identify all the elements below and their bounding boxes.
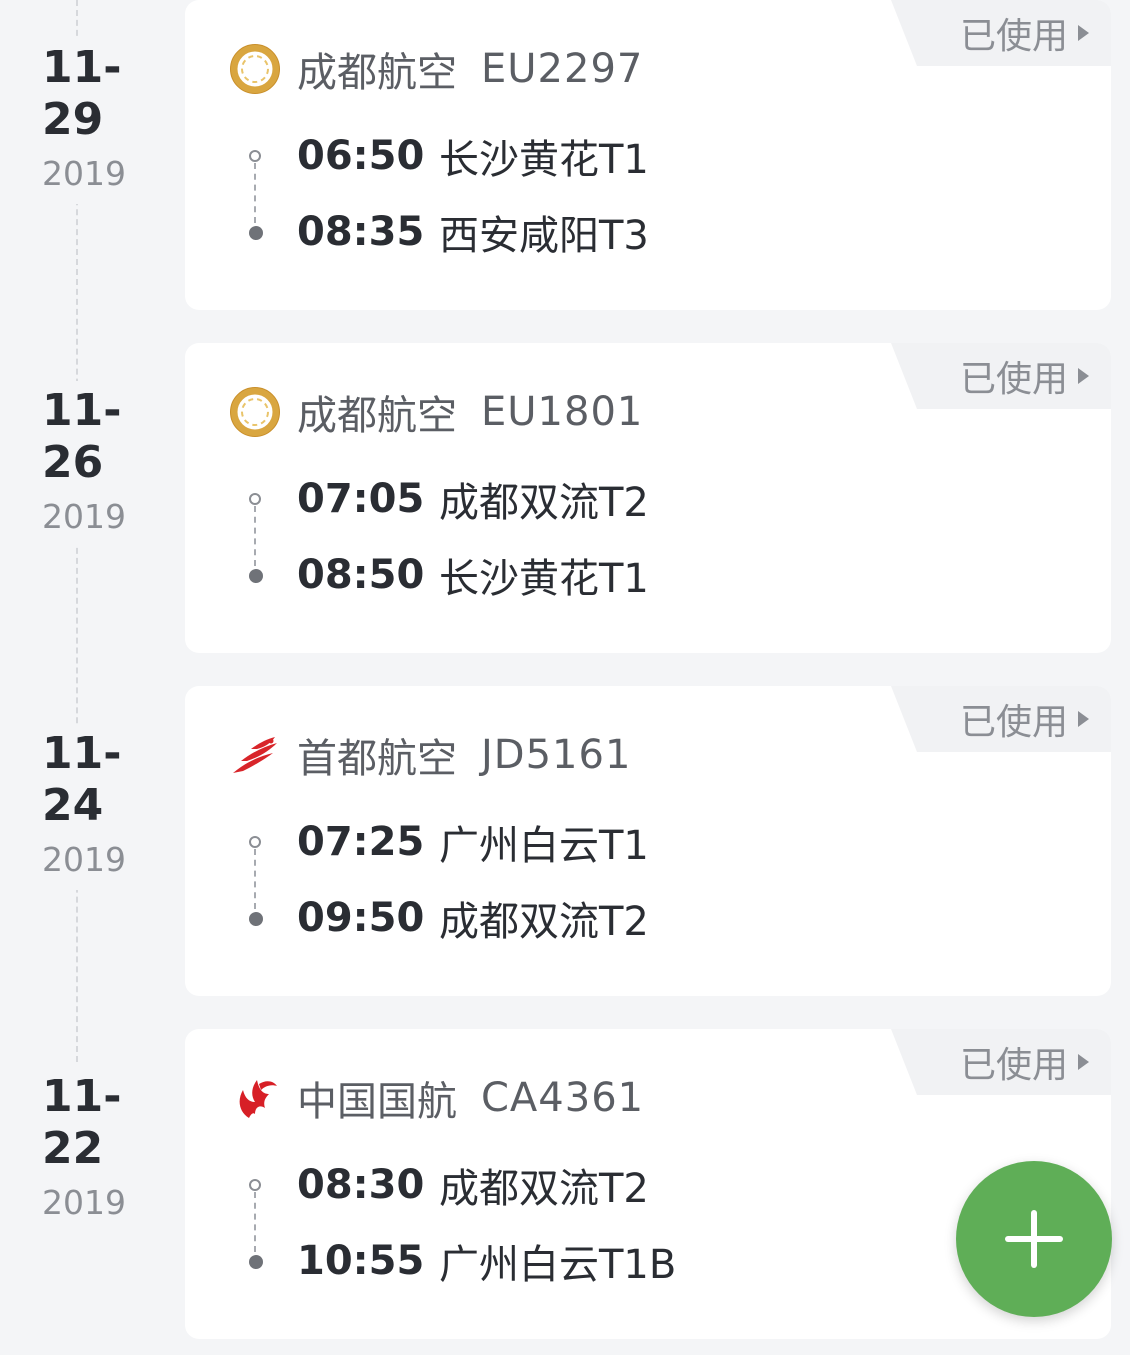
status-tab[interactable]: 已使用 [891, 1029, 1111, 1095]
arrival-time: 08:35 [297, 209, 425, 255]
airline-name: 成都航空 [297, 393, 457, 439]
departure-row: 08:30 成都双流T2 [297, 1157, 649, 1213]
departure-airport: 长沙黄花T1 [439, 137, 649, 183]
add-trip-button[interactable] [956, 1161, 1112, 1317]
flight-card[interactable]: 已使用 成都航空 EU2297 06:50 长沙黄花T1 08:35 西安咸阳T… [185, 0, 1111, 310]
trip-item: 11-26 2019 已使用 成都航空 EU1801 07:05 成都双流T2 … [0, 343, 1130, 655]
flight-card[interactable]: 已使用 首都航空 JD5161 07:25 广州白云T1 09:50 成都双流T… [185, 686, 1111, 996]
trip-item: 11-22 2019 已使用 中国国航 CA4361 08:30 成都双流T2 … [0, 1029, 1130, 1341]
arrival-row: 08:35 西安咸阳T3 [297, 204, 649, 260]
trip-date: 11-29 2019 [30, 38, 182, 204]
trip-date-day: 11-26 [42, 385, 122, 488]
trip-date: 11-26 2019 [30, 381, 182, 547]
arrival-row: 10:55 广州白云T1B [297, 1233, 676, 1289]
airline-name: 成都航空 [297, 50, 457, 96]
trip-date-year: 2019 [42, 154, 126, 193]
status-tab[interactable]: 已使用 [891, 343, 1111, 409]
arrival-time: 10:55 [297, 1238, 425, 1284]
departure-row: 07:05 成都双流T2 [297, 471, 649, 527]
flight-number: EU1801 [481, 389, 644, 435]
airline-name: 中国国航 [297, 1079, 457, 1125]
trip-date-day: 11-29 [42, 42, 122, 145]
flight-number: JD5161 [481, 732, 632, 778]
departure-dot [249, 493, 261, 505]
departure-airport: 广州白云T1 [439, 823, 649, 869]
arrival-airport: 成都双流T2 [439, 899, 649, 945]
flight-card[interactable]: 已使用 成都航空 EU1801 07:05 成都双流T2 08:50 长沙黄花T… [185, 343, 1111, 653]
status-tab[interactable]: 已使用 [891, 0, 1111, 66]
status-label: 已使用 [959, 1045, 1068, 1086]
departure-row: 06:50 长沙黄花T1 [297, 128, 649, 184]
trip-date-day: 11-24 [42, 728, 122, 831]
departure-dot [249, 836, 261, 848]
arrival-dot [249, 912, 263, 926]
caret-right-icon [1078, 1054, 1089, 1070]
caret-right-icon [1078, 711, 1089, 727]
airline-row: 中国国航 CA4361 [229, 1071, 644, 1125]
trip-date-day: 11-22 [42, 1071, 122, 1174]
trip-date-year: 2019 [42, 1183, 126, 1222]
airline-row: 成都航空 EU1801 [229, 385, 643, 439]
flight-number: CA4361 [481, 1075, 645, 1121]
trip-date-year: 2019 [42, 840, 126, 879]
trip-date: 11-24 2019 [30, 724, 182, 890]
air-china-logo-icon [239, 1080, 277, 1118]
airline-name: 首都航空 [297, 736, 457, 782]
chengdu-airlines-logo-icon [230, 44, 280, 94]
route-connector [254, 506, 256, 566]
status-label: 已使用 [959, 702, 1068, 743]
arrival-row: 08:50 长沙黄花T1 [297, 547, 649, 603]
flight-card[interactable]: 已使用 中国国航 CA4361 08:30 成都双流T2 10:55 广州白云T… [185, 1029, 1111, 1339]
arrival-row: 09:50 成都双流T2 [297, 890, 649, 946]
route-connector [254, 163, 256, 223]
arrival-airport: 西安咸阳T3 [439, 213, 649, 259]
departure-time: 06:50 [297, 133, 425, 179]
arrival-airport: 长沙黄花T1 [439, 556, 649, 602]
departure-dot [249, 150, 261, 162]
status-tab[interactable]: 已使用 [891, 686, 1111, 752]
flight-number: EU2297 [481, 46, 644, 92]
arrival-dot [249, 569, 263, 583]
arrival-time: 08:50 [297, 552, 425, 598]
trip-item: 11-29 2019 已使用 成都航空 EU2297 06:50 长沙黄花T1 … [0, 0, 1130, 312]
status-label: 已使用 [959, 16, 1068, 57]
route-connector [254, 1192, 256, 1252]
trip-item: 11-24 2019 已使用 首都航空 JD5161 07:25 广州白云T1 … [0, 686, 1130, 998]
departure-airport: 成都双流T2 [439, 1166, 649, 1212]
departure-dot [249, 1179, 261, 1191]
arrival-dot [249, 1255, 263, 1269]
caret-right-icon [1078, 368, 1089, 384]
trip-date-year: 2019 [42, 497, 126, 536]
departure-time: 08:30 [297, 1162, 425, 1208]
departure-airport: 成都双流T2 [439, 480, 649, 526]
route-connector [254, 849, 256, 909]
trip-date: 11-22 2019 [30, 1067, 182, 1233]
caret-right-icon [1078, 25, 1089, 41]
plus-icon [1005, 1210, 1063, 1268]
departure-row: 07:25 广州白云T1 [297, 814, 649, 870]
capital-airlines-logo-icon [233, 737, 277, 773]
airline-row: 成都航空 EU2297 [229, 42, 643, 96]
chengdu-airlines-logo-icon [230, 387, 280, 437]
status-label: 已使用 [959, 359, 1068, 400]
departure-time: 07:25 [297, 819, 425, 865]
airline-row: 首都航空 JD5161 [229, 728, 631, 782]
departure-time: 07:05 [297, 476, 425, 522]
arrival-dot [249, 226, 263, 240]
arrival-time: 09:50 [297, 895, 425, 941]
arrival-airport: 广州白云T1B [439, 1242, 677, 1288]
